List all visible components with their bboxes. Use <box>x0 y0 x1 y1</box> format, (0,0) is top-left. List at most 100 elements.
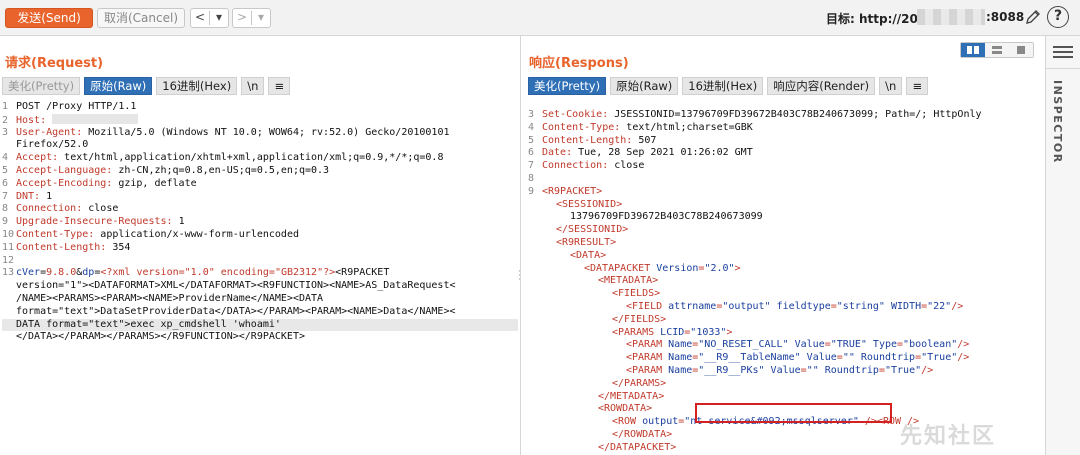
pane-divider[interactable] <box>520 36 521 455</box>
header-name: Accept: <box>16 152 59 164</box>
xml-attr-value: "string" <box>836 300 885 312</box>
cancel-button[interactable]: 取消(Cancel) <box>97 8 185 28</box>
xml-tag: <R9RESULT> <box>556 236 617 248</box>
header-name: Content-Type: <box>16 228 95 240</box>
param-value: </DATA></PARAM></PARAMS></R9FUNCTION></R… <box>16 331 305 343</box>
xml-attr-name: Roundtrip <box>860 352 916 364</box>
target-port: :8088 <box>986 10 1025 24</box>
xml-attr-name: attrname <box>668 300 717 312</box>
xml-attr-value: "__R9__TableName" <box>698 352 801 364</box>
xml-tag: /> <box>921 364 934 376</box>
response-tab-newline[interactable]: \n <box>879 77 903 95</box>
line-number: 9 <box>2 216 9 228</box>
code-line: /NAME><PARAMS><PARAM><NAME>ProviderName<… <box>2 293 518 306</box>
xml-attr-value: "" <box>842 352 855 364</box>
response-tab-render[interactable]: 响应内容(Render) <box>767 77 876 95</box>
xml-attr-value: "2.0" <box>704 262 735 274</box>
xml-tag: </SESSIONID> <box>556 224 629 236</box>
layout-toggle <box>960 42 1034 58</box>
code-line: format="text">DataSetProviderData</DATA>… <box>2 306 518 319</box>
xml-tag: <FIELD <box>626 300 669 312</box>
layout-side-by-side-icon[interactable] <box>961 43 985 57</box>
xml-attr-value: "boolean" <box>903 339 958 351</box>
code-line: </SESSIONID> <box>528 224 1038 237</box>
xml-attr-name: Value <box>770 364 801 376</box>
send-button[interactable]: 发送(Send) <box>5 8 93 28</box>
code-line: <DATA> <box>528 250 1038 263</box>
header-name: Connection: <box>16 203 83 215</box>
header-name: Content-Length: <box>16 241 107 253</box>
line-number: 13 <box>2 267 15 279</box>
xml-attr-name: Value <box>794 339 825 351</box>
forward-button[interactable]: > <box>233 9 251 27</box>
inspector-tab[interactable]: INSPECTOR <box>1051 80 1064 164</box>
header-name: Upgrade-Insecure-Requests: <box>16 216 173 228</box>
layout-stacked-icon[interactable] <box>985 43 1009 57</box>
code-line: <PARAM Name="NO_RESET_CALL" Value="TRUE"… <box>528 339 1038 352</box>
line-number: 10 <box>2 228 15 240</box>
header-value: zh-CN,zh;q=0.8,en-US;q=0.5,en;q=0.3 <box>112 164 330 176</box>
line-number: 3 <box>2 126 9 138</box>
highlight-box <box>695 403 892 423</box>
xml-tag: </ROWDATA> <box>612 428 673 440</box>
code-line: <FIELD attrname="output" fieldtype="stri… <box>528 301 1038 314</box>
header-value: 1 <box>172 216 185 228</box>
code-line: 5 Accept-Language: zh-CN,zh;q=0.8,en-US;q… <box>2 165 518 178</box>
request-tab-newline[interactable]: \n <box>241 77 265 95</box>
code-line: <PARAM Name="__R9__PKs" Value="" Roundtr… <box>528 365 1038 378</box>
back-history-dropdown[interactable]: ▾ <box>210 9 228 27</box>
code-line: <SESSIONID> <box>528 199 1038 212</box>
request-tab-raw[interactable]: 原始(Raw) <box>84 77 153 95</box>
code-line: <DATAPACKET Version="2.0"> <box>528 263 1038 276</box>
inspector-menu-icon[interactable] <box>1053 46 1073 62</box>
response-menu-icon[interactable]: ≡ <box>906 77 929 95</box>
request-tab-hex[interactable]: 16进制(Hex) <box>156 77 238 95</box>
xml-attr-name: Type <box>872 339 898 351</box>
xml-attr-name: LCID <box>660 326 685 338</box>
forward-history-dropdown[interactable]: ▾ <box>252 9 270 27</box>
xml-tag: <ROWDATA> <box>598 403 653 415</box>
request-tab-pretty[interactable]: 美化(Pretty) <box>2 77 81 95</box>
xml-tag: /> <box>951 300 964 312</box>
header-name: Connection: <box>542 160 609 172</box>
xml-attr-value: "22" <box>927 300 952 312</box>
param-value: /NAME><PARAMS><PARAM><NAME>ProviderName<… <box>16 292 324 304</box>
xml-attr-value: "True" <box>884 364 922 376</box>
xml-attr-name: Name <box>668 352 693 364</box>
response-tab-hex[interactable]: 16进制(Hex) <box>682 77 764 95</box>
target-label: 目标: http://202. <box>826 12 931 26</box>
header-name: Accept-Language: <box>16 164 113 176</box>
pencil-icon[interactable] <box>1024 8 1042 26</box>
code-line: version="1"><DATAFORMAT>XML</DATAFORMAT>… <box>2 280 518 293</box>
line-text: POST /Proxy HTTP/1.1 <box>16 101 137 112</box>
xml-tag: <DATAPACKET <box>584 262 657 274</box>
header-value: 507 <box>632 134 657 146</box>
code-line: 9 Upgrade-Insecure-Requests: 1 <box>2 216 518 229</box>
header-value: Tue, 28 Sep 2021 01:26:02 GMT <box>572 147 753 159</box>
help-icon[interactable]: ? <box>1047 6 1069 28</box>
back-button[interactable]: < <box>191 9 209 27</box>
request-menu-icon[interactable]: ≡ <box>268 77 291 95</box>
header-value: 1 <box>40 190 53 202</box>
line-number: 1 <box>2 101 9 112</box>
response-tab-pretty[interactable]: 美化(Pretty) <box>528 77 607 95</box>
xml-tag: <SESSIONID> <box>556 198 623 210</box>
layout-single-icon[interactable] <box>1009 43 1033 57</box>
request-editor[interactable]: 1 POST /Proxy HTTP/1.1 2 Host: 3 User-Agent:… <box>2 101 518 344</box>
line-number: 11 <box>2 241 15 253</box>
param-value: version="1"><DATAFORMAT>XML</DATAFORMAT>… <box>16 280 456 292</box>
code-line: 3 Set-Cookie: JSESSIONID=13796709FD39672B… <box>528 109 1038 122</box>
code-line: 12 <box>2 255 518 268</box>
request-title: 请求(Request) <box>5 56 104 71</box>
header-value: application/x-www-form-urlencoded <box>94 228 299 240</box>
xml-tag: </FIELDS> <box>612 313 667 325</box>
xml-tag: <FIELDS> <box>612 288 661 300</box>
response-tab-raw[interactable]: 原始(Raw) <box>610 77 679 95</box>
line-number: 3 <box>528 109 535 120</box>
drag-handle-icon[interactable]: · · · <box>518 268 522 285</box>
header-value: text/html,application/xhtml+xml,applicat… <box>58 152 444 164</box>
line-number: 7 <box>528 160 535 172</box>
code-line: 7 Connection: close <box>528 160 1038 173</box>
response-editor[interactable]: 3 Set-Cookie: JSESSIONID=13796709FD39672B… <box>528 101 1038 455</box>
header-value: close <box>608 160 645 172</box>
